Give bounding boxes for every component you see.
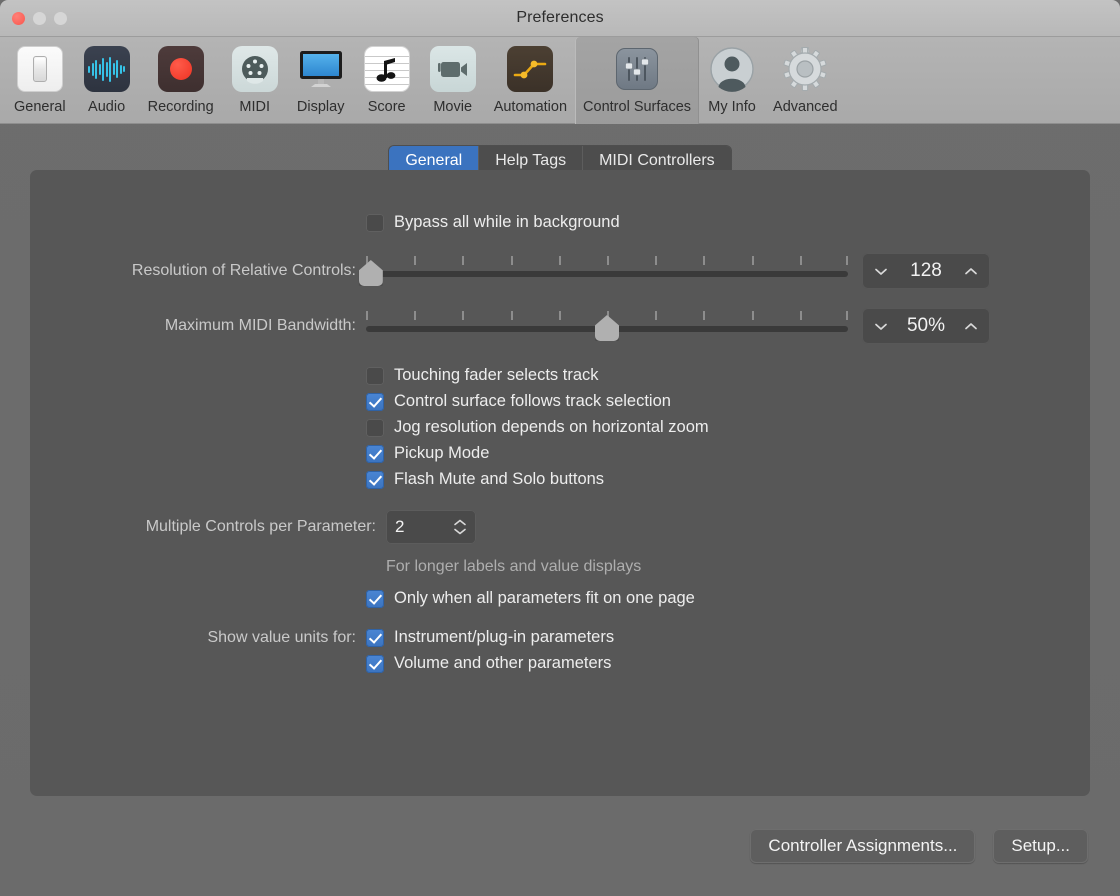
label-resolution-of-relative-controls: Resolution of Relative Controls: (30, 262, 366, 280)
preferences-window: Preferences General Audio (0, 0, 1120, 896)
traffic-lights (12, 12, 67, 25)
close-button[interactable] (12, 12, 25, 25)
label-jog-resolution-depends-on-horizontal-zoom: Jog resolution depends on horizontal zoo… (394, 418, 709, 437)
row-hint: For longer labels and value displays (30, 558, 1090, 576)
toolbar-label-score: Score (368, 99, 406, 115)
toolbar-label-advanced: Advanced (773, 99, 838, 115)
toolbar-label-movie: Movie (433, 99, 472, 115)
value-maximum-midi-bandwidth: 50% (888, 315, 964, 337)
slider-track-resolution (366, 271, 848, 277)
row-maximum-midi-bandwidth: Maximum MIDI Bandwidth: 50% (30, 308, 1090, 344)
toolbar-item-general[interactable]: General (6, 37, 74, 124)
recording-dot-icon (156, 44, 206, 94)
label-multiple-controls-per-parameter: Multiple Controls per Parameter: (30, 518, 376, 536)
row-touching-fader-selects-track: Touching fader selects track (30, 366, 1090, 385)
toolbar-label-automation: Automation (494, 99, 567, 115)
label-only-when-all-parameters-fit-on-one-page: Only when all parameters fit on one page (394, 589, 695, 608)
hint-for-longer-labels: For longer labels and value displays (386, 558, 641, 576)
label-bypass-all-while-in-background: Bypass all while in background (394, 213, 620, 232)
zoom-button[interactable] (54, 12, 67, 25)
controller-assignments-button[interactable]: Controller Assignments... (750, 829, 975, 863)
label-maximum-midi-bandwidth: Maximum MIDI Bandwidth: (30, 317, 366, 335)
toolbar-item-control-surfaces[interactable]: Control Surfaces (575, 37, 699, 124)
toolbar-item-audio[interactable]: Audio (74, 37, 140, 124)
row-only-when-all-parameters-fit: Only when all parameters fit on one page (30, 589, 1090, 608)
control-surfaces-general-panel: Bypass all while in background Resolutio… (30, 170, 1090, 796)
control-surfaces-faders-icon (612, 44, 662, 94)
my-info-person-icon (707, 44, 757, 94)
label-control-surface-follows-track-selection: Control surface follows track selection (394, 392, 671, 411)
stepper-multiple-controls-per-parameter[interactable]: 2 (386, 510, 476, 544)
toolbar-label-midi: MIDI (239, 99, 270, 115)
toolbar-item-score[interactable]: Score (354, 37, 420, 124)
toolbar-label-audio: Audio (88, 99, 125, 115)
checkbox-bypass-all-while-in-background[interactable] (366, 214, 384, 232)
checkbox-flash-mute-and-solo-buttons[interactable] (366, 471, 384, 489)
advanced-gear-icon (780, 44, 830, 94)
midi-port-icon (230, 44, 280, 94)
chevron-down-icon[interactable] (874, 322, 888, 331)
footer-buttons: Controller Assignments... Setup... (0, 796, 1120, 896)
movie-camera-icon (428, 44, 478, 94)
row-pickup-mode: Pickup Mode (30, 444, 1090, 463)
row-bypass: Bypass all while in background (30, 213, 1090, 232)
score-note-icon (362, 44, 412, 94)
general-switch-icon (15, 44, 65, 94)
chevron-up-icon[interactable] (964, 322, 978, 331)
toolbar-item-recording[interactable]: Recording (140, 37, 222, 124)
slider-maximum-midi-bandwidth[interactable] (366, 309, 848, 343)
chevron-up-icon[interactable] (964, 267, 978, 276)
chevron-down-icon[interactable] (874, 267, 888, 276)
toolbar-item-movie[interactable]: Movie (420, 37, 486, 124)
checkbox-only-when-all-parameters-fit-on-one-page[interactable] (366, 590, 384, 608)
preferences-toolbar: General Audio Recording (0, 37, 1120, 124)
label-touching-fader-selects-track: Touching fader selects track (394, 366, 599, 385)
value-multiple-controls-per-parameter: 2 (395, 517, 453, 537)
slider-ticks-resolution (366, 256, 848, 265)
toolbar-item-my-info[interactable]: My Info (699, 37, 765, 124)
toolbar-label-my-info: My Info (708, 99, 756, 115)
row-control-surface-follows-track-selection: Control surface follows track selection (30, 392, 1090, 411)
toolbar-item-display[interactable]: Display (288, 37, 354, 124)
row-show-value-units-instrument: Show value units for: Instrument/plug-in… (30, 628, 1090, 647)
toolbar-label-recording: Recording (148, 99, 214, 115)
stepper-maximum-midi-bandwidth[interactable]: 50% (862, 308, 990, 344)
chevron-down-icon[interactable] (453, 528, 467, 535)
checkbox-jog-resolution-depends-on-horizontal-zoom[interactable] (366, 419, 384, 437)
checkbox-volume-and-other-parameters[interactable] (366, 655, 384, 673)
checkbox-pickup-mode[interactable] (366, 445, 384, 463)
label-flash-mute-and-solo-buttons: Flash Mute and Solo buttons (394, 470, 604, 489)
row-resolution-of-relative-controls: Resolution of Relative Controls: 128 (30, 253, 1090, 289)
label-volume-and-other-parameters: Volume and other parameters (394, 654, 611, 673)
stepper-resolution-of-relative-controls[interactable]: 128 (862, 253, 990, 289)
toolbar-label-display: Display (297, 99, 345, 115)
row-multiple-controls-per-parameter: Multiple Controls per Parameter: 2 (30, 510, 1090, 544)
toolbar-item-automation[interactable]: Automation (486, 37, 575, 124)
checkbox-instrument-plugin-parameters[interactable] (366, 629, 384, 647)
settings-content: Bypass all while in background Resolutio… (30, 213, 1090, 839)
label-instrument-plugin-parameters: Instrument/plug-in parameters (394, 628, 614, 647)
row-show-value-units-volume: Volume and other parameters (30, 654, 1090, 673)
title-bar: Preferences (0, 0, 1120, 37)
slider-resolution-of-relative-controls[interactable] (366, 254, 848, 288)
toolbar-label-general: General (14, 99, 66, 115)
audio-waveform-icon (82, 44, 132, 94)
window-title: Preferences (0, 0, 1120, 36)
label-pickup-mode: Pickup Mode (394, 444, 489, 463)
value-resolution-of-relative-controls: 128 (888, 260, 964, 282)
row-flash-mute-and-solo-buttons: Flash Mute and Solo buttons (30, 470, 1090, 489)
checkbox-touching-fader-selects-track[interactable] (366, 367, 384, 385)
row-jog-resolution-depends-on-horizontal-zoom: Jog resolution depends on horizontal zoo… (30, 418, 1090, 437)
setup-button[interactable]: Setup... (993, 829, 1088, 863)
label-show-value-units-for: Show value units for: (30, 629, 366, 647)
automation-curve-icon (505, 44, 555, 94)
toolbar-item-midi[interactable]: MIDI (222, 37, 288, 124)
display-monitor-icon (296, 44, 346, 94)
minimize-button[interactable] (33, 12, 46, 25)
checkbox-control-surface-follows-track-selection[interactable] (366, 393, 384, 411)
toolbar-item-advanced[interactable]: Advanced (765, 37, 846, 124)
chevron-up-icon[interactable] (453, 519, 467, 526)
stepper-arrows[interactable] (453, 519, 467, 535)
toolbar-label-control-surfaces: Control Surfaces (583, 99, 691, 115)
